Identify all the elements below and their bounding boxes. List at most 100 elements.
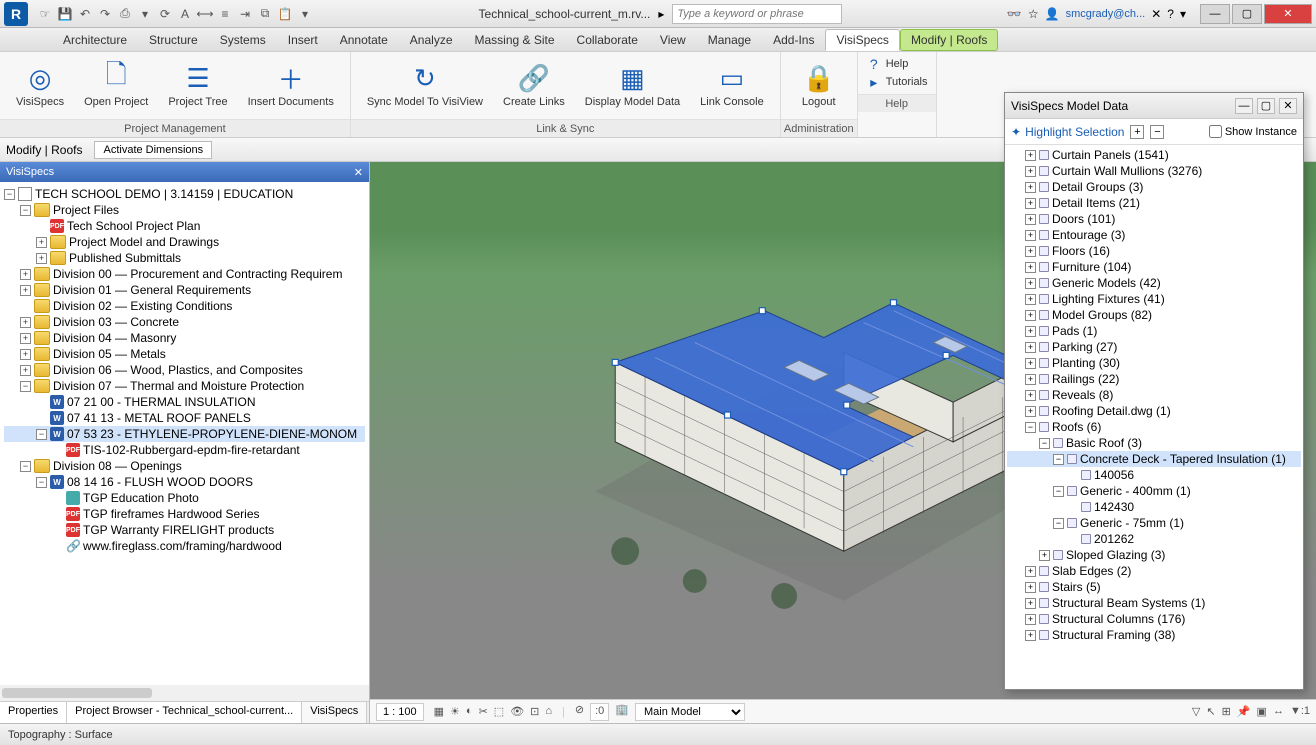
expand-icon[interactable]: + (1039, 550, 1050, 561)
expand-icon[interactable]: − (1025, 422, 1036, 433)
undo-icon[interactable]: ↶ (76, 5, 94, 23)
save-icon[interactable]: 💾 (56, 5, 74, 23)
tree-node[interactable]: −W08 14 16 - FLUSH WOOD DOORS (4, 474, 365, 490)
expand-icon[interactable]: − (36, 477, 47, 488)
expand-icon[interactable]: + (1025, 278, 1036, 289)
help-button[interactable]: ?Help (866, 56, 928, 72)
app-icon[interactable]: R (4, 2, 28, 26)
tab-insert[interactable]: Insert (277, 29, 329, 51)
snap-value[interactable]: :0 (590, 703, 609, 721)
expand-icon[interactable]: − (1053, 486, 1064, 497)
model-data-node[interactable]: −Concrete Deck - Tapered Insulation (1) (1007, 451, 1301, 467)
expand-all-button[interactable]: + (1130, 125, 1144, 139)
model-data-node[interactable]: 142430 (1007, 499, 1301, 515)
model-data-node[interactable]: +Detail Items (21) (1007, 195, 1301, 211)
dropdown-icon[interactable]: ▾ (296, 5, 314, 23)
graphic-display-icon[interactable]: ▦ (434, 705, 444, 718)
model-data-node[interactable]: +Curtain Panels (1541) (1007, 147, 1301, 163)
sync-model-to-visiview-button[interactable]: ↻Sync Model To VisiView (359, 60, 491, 110)
horizontal-scrollbar[interactable] (0, 685, 369, 701)
expand-icon[interactable]: + (1025, 406, 1036, 417)
open-icon[interactable]: ☞ (36, 5, 54, 23)
tab-collaborate[interactable]: Collaborate (566, 29, 649, 51)
model-data-node[interactable]: −Roofs (6) (1007, 419, 1301, 435)
tree-node[interactable]: −Project Files (4, 202, 365, 218)
expand-icon[interactable]: − (20, 461, 31, 472)
expand-icon[interactable]: + (1025, 374, 1036, 385)
visispecs-button[interactable]: ◎VisiSpecs (8, 60, 72, 110)
align-icon[interactable]: ⇥ (236, 5, 254, 23)
pin-select-icon[interactable]: 📌 (1237, 705, 1251, 718)
model-data-node[interactable]: 140056 (1007, 467, 1301, 483)
user-icon[interactable]: 👤 (1045, 7, 1060, 21)
tree-node[interactable]: W07 41 13 - METAL ROOF PANELS (4, 410, 365, 426)
project-tree[interactable]: −TECH SCHOOL DEMO | 3.14159 | EDUCATION−… (0, 182, 369, 685)
collapse-all-button[interactable]: − (1150, 125, 1164, 139)
tab-structure[interactable]: Structure (138, 29, 209, 51)
model-data-node[interactable]: +Planting (30) (1007, 355, 1301, 371)
expand-icon[interactable]: + (1025, 150, 1036, 161)
model-data-node[interactable]: +Curtain Wall Mullions (3276) (1007, 163, 1301, 179)
model-data-node[interactable]: +Lighting Fixtures (41) (1007, 291, 1301, 307)
tree-node[interactable]: 🔗www.fireglass.com/framing/hardwood (4, 538, 365, 554)
filter-icon[interactable]: ▽ (1192, 705, 1200, 718)
copy-icon[interactable]: ⧉ (256, 5, 274, 23)
model-data-node[interactable]: +Railings (22) (1007, 371, 1301, 387)
tree-node[interactable]: +Division 03 — Concrete (4, 314, 365, 330)
tab-annotate[interactable]: Annotate (329, 29, 399, 51)
help-icon[interactable]: ? (1167, 7, 1174, 21)
model-data-node[interactable]: 201262 (1007, 531, 1301, 547)
funnel-icon[interactable]: ▼:1 (1290, 705, 1310, 718)
create-links-button[interactable]: 🔗Create Links (495, 60, 573, 110)
display-model-data-button[interactable]: ▦Display Model Data (577, 60, 688, 110)
expand-icon[interactable]: + (1025, 294, 1036, 305)
expand-icon[interactable]: − (20, 381, 31, 392)
expand-icon[interactable]: + (20, 365, 31, 376)
model-data-node[interactable]: +Structural Beam Systems (1) (1007, 595, 1301, 611)
expand-icon[interactable]: + (36, 253, 47, 264)
expand-icon[interactable]: + (1025, 310, 1036, 321)
expand-icon[interactable]: + (1025, 262, 1036, 273)
expand-icon[interactable]: + (1025, 582, 1036, 593)
expand-icon[interactable]: + (1025, 630, 1036, 641)
expand-icon[interactable]: + (1025, 614, 1036, 625)
expand-icon[interactable]: − (1053, 454, 1064, 465)
insert-documents-button[interactable]: ＋Insert Documents (240, 60, 342, 110)
sync-icon[interactable]: ⟳ (156, 5, 174, 23)
expand-icon[interactable]: + (1025, 326, 1036, 337)
tree-node[interactable]: +Project Model and Drawings (4, 234, 365, 250)
model-data-node[interactable]: −Basic Roof (3) (1007, 435, 1301, 451)
tree-node[interactable]: PDFTGP fireframes Hardwood Series (4, 506, 365, 522)
tree-node[interactable]: −Division 07 — Thermal and Moisture Prot… (4, 378, 365, 394)
maximize-icon[interactable]: ▢ (1257, 98, 1275, 114)
model-data-node[interactable]: +Doors (101) (1007, 211, 1301, 227)
close-button[interactable]: ✕ (1264, 4, 1312, 24)
expand-icon[interactable]: + (20, 285, 31, 296)
sun-icon[interactable]: ☀ (450, 705, 460, 718)
tree-node[interactable]: PDFTech School Project Plan (4, 218, 365, 234)
expand-icon[interactable]: + (1025, 166, 1036, 177)
tab-manage[interactable]: Manage (697, 29, 762, 51)
model-data-node[interactable]: +Sloped Glazing (3) (1007, 547, 1301, 563)
tree-node[interactable]: Division 02 — Existing Conditions (4, 298, 365, 314)
model-data-node[interactable]: −Generic - 75mm (1) (1007, 515, 1301, 531)
model-data-node[interactable]: −Generic - 400mm (1) (1007, 483, 1301, 499)
main-model-select[interactable]: Main Model (635, 703, 745, 721)
model-data-tree[interactable]: +Curtain Panels (1541)+Curtain Wall Mull… (1005, 145, 1303, 689)
model-data-node[interactable]: +Furniture (104) (1007, 259, 1301, 275)
model-data-node[interactable]: +Stairs (5) (1007, 579, 1301, 595)
model-data-node[interactable]: +Generic Models (42) (1007, 275, 1301, 291)
model-data-node[interactable]: +Pads (1) (1007, 323, 1301, 339)
select-icon[interactable]: ↖ (1206, 705, 1215, 718)
list-icon[interactable]: ≡ (216, 5, 234, 23)
left-panel-close-icon[interactable]: ✕ (354, 166, 363, 179)
tree-node[interactable]: TGP Education Photo (4, 490, 365, 506)
tab-visispecs[interactable]: VisiSpecs (825, 29, 899, 51)
paste-icon[interactable]: 📋 (276, 5, 294, 23)
star-icon[interactable]: ☆ (1028, 7, 1039, 21)
print-icon[interactable]: ⎙ (116, 5, 134, 23)
snap-icon[interactable]: ⊘ (575, 703, 584, 721)
search-input[interactable] (672, 4, 842, 24)
minimize-button[interactable]: — (1200, 4, 1230, 24)
user-label[interactable]: smcgrady@ch... (1066, 8, 1146, 20)
